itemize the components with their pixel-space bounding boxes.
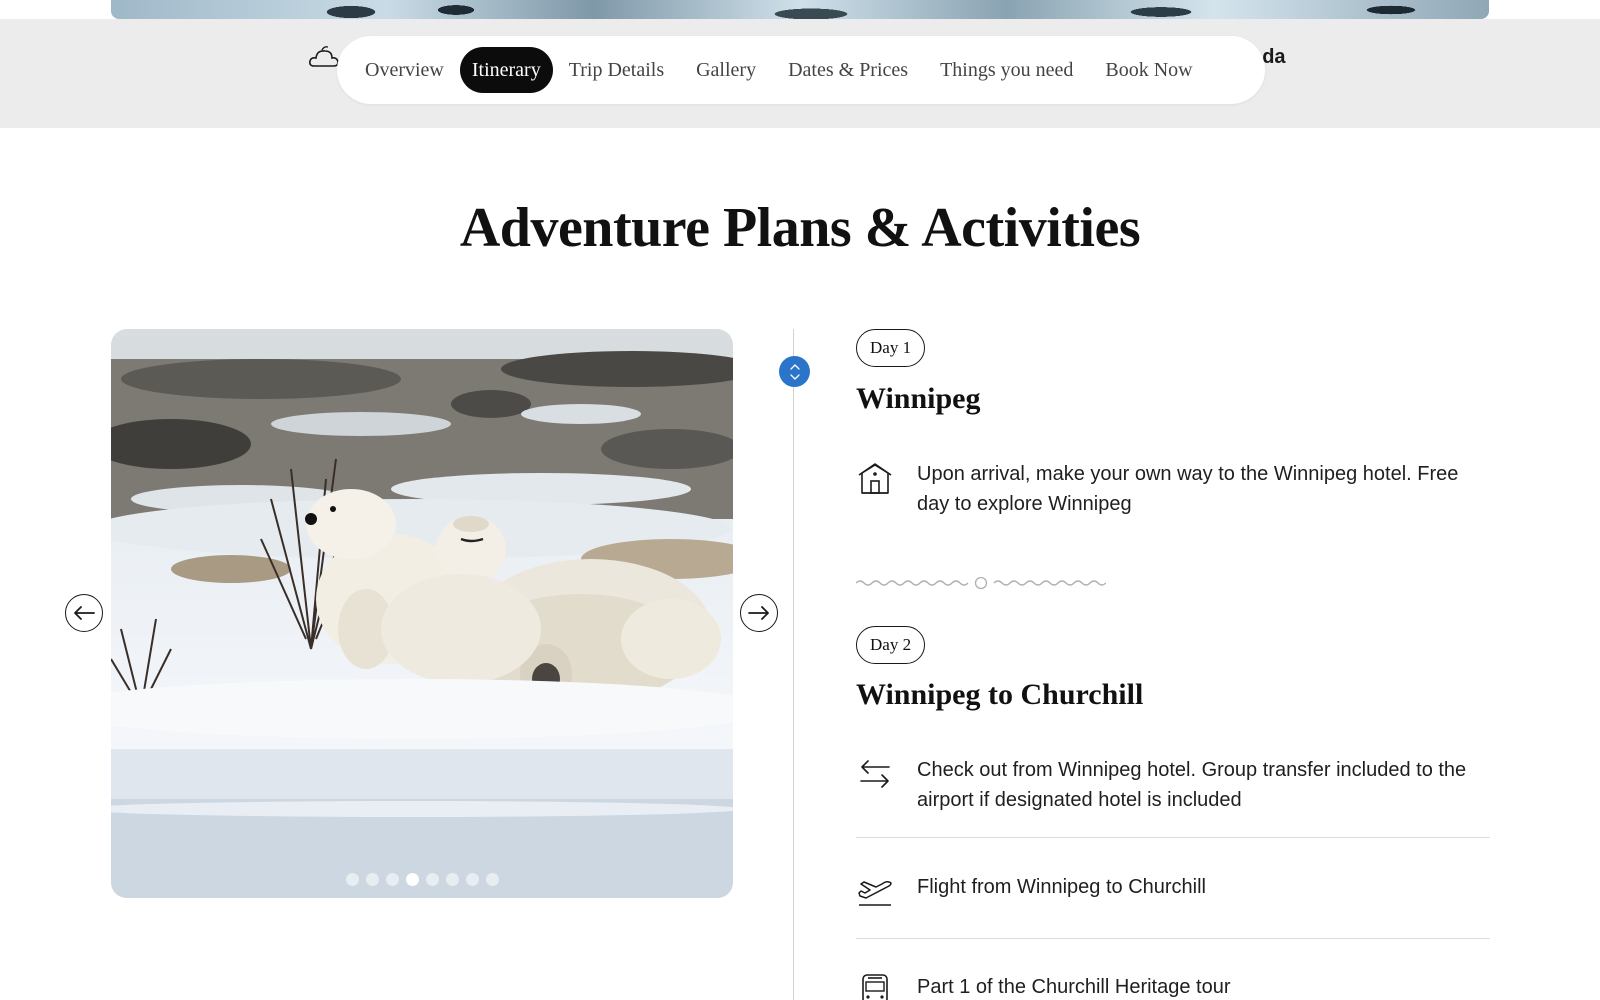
plane-takeoff-icon	[858, 881, 892, 906]
arrow-left-icon	[74, 606, 95, 620]
carousel-dot[interactable]	[485, 873, 499, 886]
section-title: Adventure Plans & Activities	[459, 197, 1141, 259]
image-carousel	[111, 329, 733, 898]
carousel-prev-button[interactable]	[65, 594, 103, 632]
nav-things-you-need[interactable]: Things you need	[924, 47, 1089, 93]
carousel-dot[interactable]	[445, 873, 459, 886]
nav-dates-prices[interactable]: Dates & Prices	[772, 47, 924, 93]
bus-icon	[862, 974, 888, 1000]
hotel-icon	[858, 463, 892, 494]
activity-description: Check out from Winnipeg hotel. Group tra…	[917, 759, 1467, 811]
activity-description: Flight from Winnipeg to Churchill	[917, 876, 1206, 898]
day-separator-ornament	[856, 576, 1106, 590]
hero-image-strip	[111, 0, 1489, 19]
carousel-dot[interactable]	[465, 873, 479, 886]
day-2-title: Winnipeg to Churchill	[856, 678, 1144, 711]
activity-divider	[856, 938, 1490, 939]
day-2-activity: Part 1 of the Churchill Heritage tour	[856, 972, 1490, 1000]
section-nav: Overview Itinerary Trip Details Gallery …	[337, 36, 1265, 104]
carousel-dot[interactable]	[365, 873, 379, 886]
nav-book-now[interactable]: Book Now	[1089, 47, 1208, 93]
timeline-scroll-handle[interactable]	[779, 356, 810, 387]
nav-gallery[interactable]: Gallery	[680, 47, 772, 93]
activity-description: Part 1 of the Churchill Heritage tour	[917, 976, 1231, 998]
carousel-next-button[interactable]	[740, 594, 778, 632]
carousel-image-polar-bears[interactable]	[111, 329, 733, 898]
transfer-arrows-icon	[860, 760, 890, 788]
day-1-activity: Upon arrival, make your own way to the W…	[856, 459, 1490, 519]
carousel-dot[interactable]	[425, 873, 439, 886]
nav-trip-details[interactable]: Trip Details	[553, 47, 680, 93]
nav-overview[interactable]: Overview	[349, 47, 460, 93]
day-2-activity: Flight from Winnipeg to Churchill	[856, 872, 1490, 910]
day-1-badge: Day 1	[856, 329, 926, 367]
day-1-title: Winnipeg	[856, 382, 981, 415]
carousel-dot[interactable]	[345, 873, 359, 886]
day-2-activity: Check out from Winnipeg hotel. Group tra…	[856, 755, 1490, 815]
chevron-up-down-icon	[789, 363, 800, 380]
carousel-dot-active[interactable]	[405, 873, 419, 886]
carousel-dot[interactable]	[385, 873, 399, 886]
carousel-pagination	[111, 873, 733, 886]
arrow-right-icon	[748, 606, 769, 620]
day-2-badge: Day 2	[856, 626, 926, 664]
timeline-line	[793, 329, 794, 1000]
nav-itinerary[interactable]: Itinerary	[459, 47, 553, 93]
activity-description: Upon arrival, make your own way to the W…	[917, 463, 1459, 515]
activity-divider	[856, 837, 1490, 838]
